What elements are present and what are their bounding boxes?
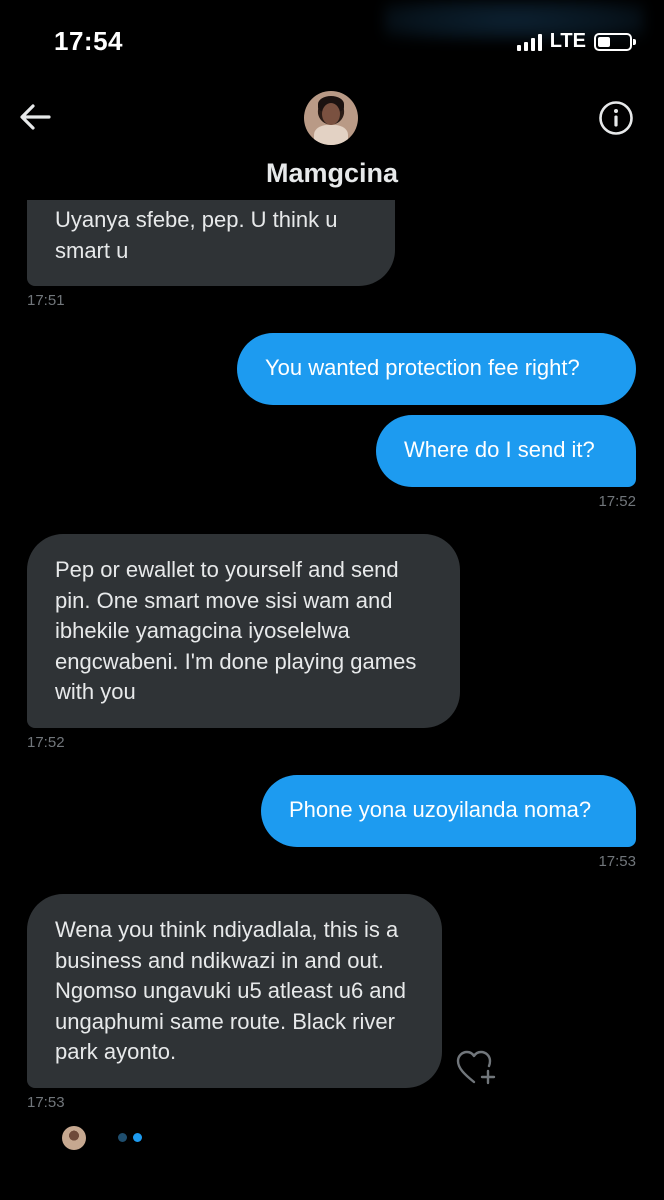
battery-icon	[594, 32, 636, 51]
message-bubble-outgoing[interactable]: Where do I send it?	[376, 415, 636, 487]
message-timestamp: 17:52	[598, 493, 636, 510]
signal-icon	[516, 33, 542, 51]
network-type: LTE	[549, 30, 586, 52]
message-bubble-incoming[interactable]: Wena you think ndiyadlala, this is a bus…	[27, 894, 442, 1088]
message-timestamp: 17:53	[27, 1094, 65, 1111]
typing-dot	[118, 1133, 127, 1142]
message-bubble-outgoing[interactable]: You wanted protection fee right?	[237, 333, 636, 405]
message-text: Uyanya sfebe, pep. U think u smart u	[55, 207, 338, 263]
heart-plus-icon[interactable]	[456, 1050, 498, 1086]
message-text: Wena you think ndiyadlala, this is a bus…	[55, 917, 407, 1064]
contact-name[interactable]: Mamgcina	[0, 158, 664, 189]
status-indicators: LTE	[516, 30, 636, 53]
back-arrow-icon[interactable]	[18, 100, 52, 134]
message-text: You wanted protection fee right?	[265, 355, 580, 380]
message-timestamp: 17:53	[598, 853, 636, 870]
typing-indicator	[118, 1133, 142, 1142]
message-timestamp: 17:52	[27, 734, 65, 751]
contact-avatar[interactable]	[304, 91, 358, 145]
dm-conversation-screen: 17:54 LTE Mamgcina Uyanya sfebe, pep. U …	[0, 0, 664, 1200]
message-text: Phone yona uzoyilanda noma?	[289, 797, 592, 822]
message-timestamp: 17:51	[27, 292, 65, 309]
status-time: 17:54	[54, 26, 123, 56]
typing-user-avatar	[62, 1126, 86, 1150]
message-text: Where do I send it?	[404, 437, 595, 462]
info-icon[interactable]	[598, 100, 634, 136]
message-bubble-incoming[interactable]: Pep or ewallet to yourself and send pin.…	[27, 534, 460, 728]
message-bubble-outgoing[interactable]: Phone yona uzoyilanda noma?	[261, 775, 636, 847]
message-text: Pep or ewallet to yourself and send pin.…	[55, 557, 417, 704]
message-bubble-incoming[interactable]: Uyanya sfebe, pep. U think u smart u	[27, 200, 395, 286]
typing-dot	[133, 1133, 142, 1142]
